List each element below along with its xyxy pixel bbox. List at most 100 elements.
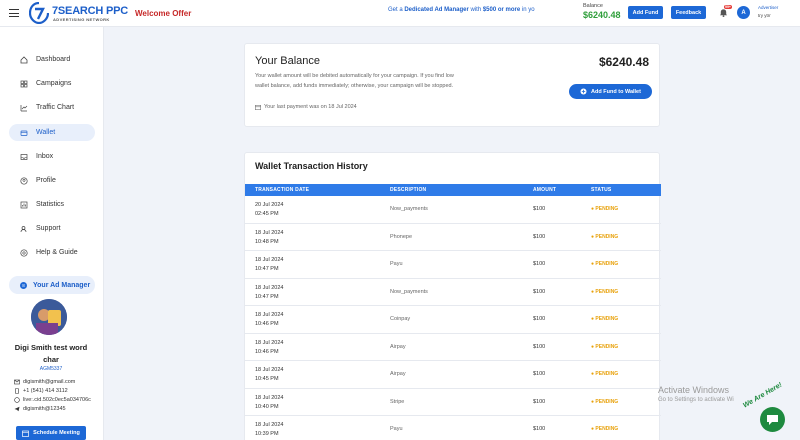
help-icon <box>20 248 28 257</box>
welcome-offer-link[interactable]: Welcome Offer <box>135 9 191 18</box>
transaction-description: Payu <box>390 261 403 267</box>
feedback-button[interactable]: Feedback <box>671 6 706 19</box>
transaction-amount: $100 <box>533 233 546 240</box>
chat-icon <box>767 415 778 425</box>
status-badge: ● PENDING <box>591 398 619 405</box>
sidebar-item-wallet[interactable]: Wallet <box>9 124 95 141</box>
transaction-date: 18 Jul 2024 10:45 PM <box>255 367 284 382</box>
sidebar-item-profile[interactable]: Profile <box>9 172 95 189</box>
transaction-amount: $100 <box>533 371 546 377</box>
plus-circle-icon <box>580 88 587 95</box>
logo-text: 7SEARCH PPC <box>52 5 129 17</box>
promo-text: Get a <box>388 7 405 13</box>
sidebar-item-inbox[interactable]: Inbox <box>9 148 95 165</box>
transaction-description: Airpay <box>390 371 406 377</box>
balance-amount: $6240.48 <box>598 55 649 69</box>
table-row: 18 Jul 2024 10:39 PM Payu $100 ● PENDING <box>245 416 661 440</box>
sidebar-item-label: Campaigns <box>36 80 72 87</box>
profile-icon <box>20 176 28 185</box>
menu-icon[interactable] <box>9 9 19 17</box>
manager-phone[interactable]: +1 (541) 414 3112 <box>14 388 68 394</box>
history-title: Wallet Transaction History <box>255 161 368 171</box>
transaction-history-card: Wallet Transaction History TRANSACTION D… <box>244 152 661 440</box>
statistics-icon <box>20 201 28 209</box>
sidebar-item-label: Help & Guide <box>36 249 78 256</box>
watermark-title: Activate Windows <box>658 385 730 395</box>
chart-icon <box>20 104 28 112</box>
table-row: 18 Jul 2024 10:48 PM Phonepe $100 ● PENDI… <box>245 224 661 251</box>
transaction-amount: $100 <box>533 426 546 432</box>
transaction-amount: $100 <box>533 316 546 322</box>
transaction-date: 18 Jul 2024 10:48 PM <box>255 229 284 245</box>
add-fund-to-wallet-button[interactable]: Add Fund to Wallet <box>569 84 652 99</box>
table-row: 18 Jul 2024 10:46 PM Coinpay $100 ● PENDI… <box>245 306 661 334</box>
transaction-date: 18 Jul 2024 10:46 PM <box>255 339 284 355</box>
ad-manager-code: AGM5337 <box>39 366 63 372</box>
logo-subtitle: ADVERTISING NETWORK <box>53 17 110 22</box>
bell-icon[interactable] <box>719 8 728 17</box>
transaction-amount: $100 <box>533 343 546 350</box>
status-badge: ● PENDING <box>591 288 619 295</box>
sidebar-item-label: Profile <box>36 177 56 184</box>
sidebar-item-traffic-chart[interactable]: Traffic Chart <box>9 99 95 116</box>
transaction-amount: $100 <box>533 261 546 267</box>
sidebar-item-label: Statistics <box>36 201 65 208</box>
chat-button[interactable] <box>760 407 785 432</box>
campaign-icon <box>20 80 28 88</box>
avatar[interactable]: A <box>737 6 750 19</box>
transaction-amount: $100 <box>533 206 546 212</box>
watermark-subtitle: Go to Settings to activate Wi <box>658 397 734 403</box>
balance-description: Your wallet amount will be debited autom… <box>255 73 454 89</box>
transaction-description: Now_payments <box>390 288 428 295</box>
transaction-date: 20 Jul 2024 02:45 PM <box>255 202 284 217</box>
contact-text: digismith@12345 <box>23 406 66 412</box>
transaction-description: Payu <box>390 426 403 432</box>
status-badge: ● PENDING <box>591 371 619 377</box>
promo-text: in yo <box>520 7 535 13</box>
add-fund-to-wallet-label: Add Fund to Wallet <box>591 88 641 95</box>
user-name-dropdown[interactable]: try ytrr <box>758 13 771 18</box>
add-fund-button[interactable]: Add Fund <box>628 6 663 19</box>
balance-card: Your Balance $6240.48 Your wallet amount… <box>244 43 660 127</box>
status-badge: ● PENDING <box>591 426 619 432</box>
contact-text: live:.cid.502c0ec5a034706c <box>23 397 91 403</box>
sidebar-item-label: Dashboard <box>36 56 71 63</box>
manager-telegram[interactable]: digismith@12345 <box>14 406 66 412</box>
promo-banner[interactable]: Get a Dedicated Ad Manager with $500 or … <box>388 7 535 13</box>
chat-badge-text: We Are Here! <box>742 381 784 410</box>
sidebar-item-label: Wallet <box>36 129 56 136</box>
transaction-description: Stripe <box>390 398 405 405</box>
manager-email[interactable]: digismith@gmail.com <box>14 379 75 385</box>
schedule-meeting-label: Schedule Meeting <box>33 430 80 436</box>
sidebar-item-dashboard[interactable]: Dashboard <box>9 51 95 68</box>
sidebar-item-statistics[interactable]: Statistics <box>9 196 95 213</box>
ad-manager-avatar <box>31 299 67 335</box>
logo-icon <box>29 2 49 24</box>
column-header-description: DESCRIPTION <box>390 187 427 193</box>
ad-manager-badge: 8 <box>20 281 27 289</box>
balance-title: Your Balance <box>255 55 321 67</box>
transaction-date: 18 Jul 2024 10:47 PM <box>255 257 284 272</box>
calendar-icon <box>22 430 29 437</box>
contact-text: +1 (541) 414 3112 <box>23 388 68 394</box>
column-header-date: TRANSACTION DATE <box>255 187 310 193</box>
sidebar-item-campaigns[interactable]: Campaigns <box>9 75 95 92</box>
sidebar-item-help-guide[interactable]: Help & Guide <box>9 244 95 261</box>
transaction-date: 18 Jul 2024 10:39 PM <box>255 422 284 437</box>
support-icon <box>20 225 28 233</box>
contact-text: digismith@gmail.com <box>23 379 76 385</box>
user-role: Advertiser <box>758 5 779 10</box>
table-row: 20 Jul 2024 02:45 PM Now_payments $100 ● … <box>245 196 661 224</box>
sidebar-item-label: Support <box>36 225 61 232</box>
transaction-description: Now_payments <box>390 206 428 212</box>
table-row: 18 Jul 2024 10:47 PM Now_payments $100 ● … <box>245 279 661 306</box>
phone-icon <box>14 388 20 394</box>
top-bar: 7SEARCH PPC ADVERTISING NETWORK Welcome … <box>0 0 800 27</box>
column-header-status: STATUS <box>591 187 612 193</box>
schedule-meeting-button[interactable]: Schedule Meeting <box>16 426 86 440</box>
sidebar-item-support[interactable]: Support <box>9 220 95 237</box>
last-payment-text: Your last payment was on 18 Jul 2024 <box>264 104 357 110</box>
transaction-amount: $100 <box>533 398 546 405</box>
manager-skype[interactable]: live:.cid.502c0ec5a034706c <box>14 397 91 403</box>
status-badge: ● PENDING <box>591 343 619 350</box>
